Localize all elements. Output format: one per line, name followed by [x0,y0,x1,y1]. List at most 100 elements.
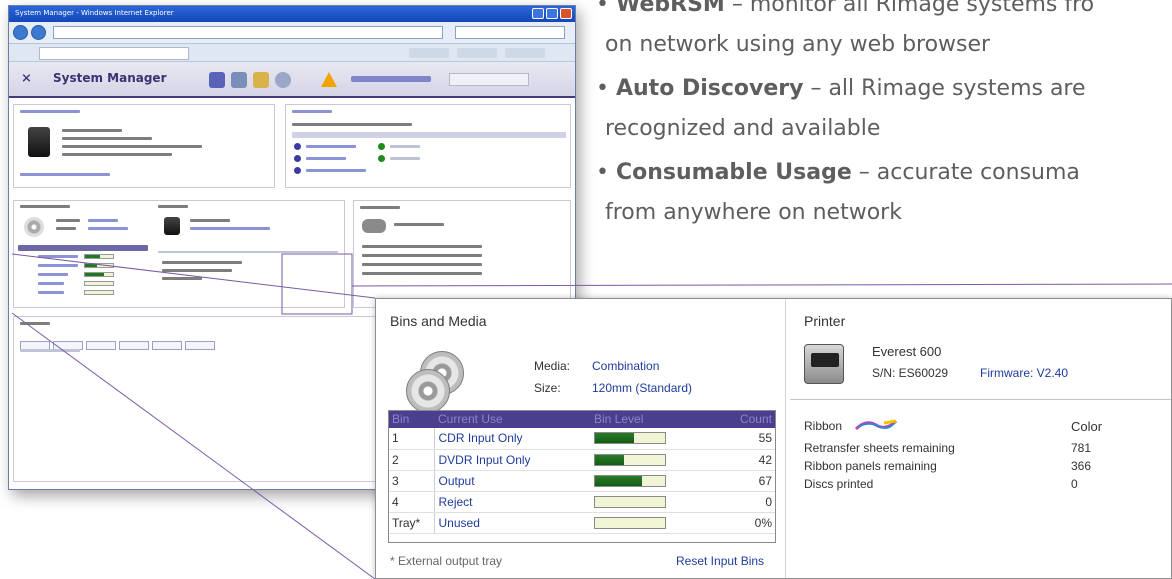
app-title: System Manager [53,71,167,85]
bin-number: 3 [388,470,435,492]
bullet-auto-discovery-cont: recognized and available [605,116,881,141]
warning-icon[interactable] [321,72,337,87]
printer-firmware-link[interactable]: Firmware: V2.40 [980,366,1068,380]
printer-title: Printer [804,313,846,329]
ribbon-label: Ribbon [804,419,843,433]
bin-count: 42 [710,449,776,471]
ribbon-panels-label: Ribbon panels remaining [804,459,937,473]
mini-bins-panel [13,200,345,308]
page-tool-icon[interactable] [457,48,497,58]
table-row: 1 CDR Input Only 55 [388,428,776,450]
size-value: 120mm (Standard) [592,381,693,395]
tools-tool-icon[interactable] [505,48,545,58]
bin-current-use-link[interactable]: CDR Input Only [434,428,590,450]
forward-icon[interactable] [31,25,46,40]
bin-current-use-link[interactable]: Reject [434,491,590,513]
bullet-consumable-usage: • Consumable Usage – accurate consuma [596,160,1080,185]
bin-level-fill [595,475,642,486]
window-titlebar: System Manager - Windows Internet Explor… [9,6,575,22]
users-icon[interactable] [231,72,247,88]
bullet-webrsm: • WebRSM – monitor all Rimage systems fr… [596,0,1095,17]
col-current-use: Current Use [434,410,590,428]
bin-count: 0% [710,512,776,534]
size-label: Size: [534,381,561,395]
bin-level-bar [594,516,666,529]
mini-order-tabs [20,335,250,350]
bin-count: 67 [710,470,776,492]
header-button[interactable] [449,73,529,86]
minimize-icon[interactable] [532,8,544,19]
table-row: 2 DVDR Input Only 42 [388,449,776,471]
bin-level-fill [595,454,625,465]
address-bar [9,22,575,44]
discs-printed-value: 0 [1071,477,1078,491]
mini-software-panel [285,104,571,188]
bin-level-cell [590,512,710,534]
maximize-icon[interactable] [546,8,558,19]
bin-number: Tray* [388,512,435,534]
bin-level-bar [594,495,666,508]
reset-input-bins-link[interactable]: Reset Input Bins [676,554,764,568]
zoomed-detail-panel: Bins and Media Media: Combination Size: … [375,298,1172,579]
bin-level-bar [594,474,666,487]
window-title: System Manager - Windows Internet Explor… [15,9,174,17]
close-icon[interactable] [560,8,572,19]
retransfer-label: Retransfer sheets remaining [804,441,955,455]
feature-bullets: • WebRSM – monitor all Rimage systems fr… [596,0,1172,230]
settings-icon[interactable] [275,72,291,88]
bin-current-use-link[interactable]: Output [434,470,590,492]
color-label: Color [1071,419,1103,434]
ribbon-panels-value: 366 [1071,459,1092,473]
url-input[interactable] [53,26,443,39]
cd-stack-icon [406,351,466,416]
external-tray-note: * External output tray [390,554,503,568]
bin-level-fill [595,433,634,444]
bin-count: 0 [710,491,776,513]
media-icon[interactable] [253,72,269,88]
bin-level-cell [590,491,710,513]
system-manager-header: ⨯ System Manager [9,62,575,98]
bullet-auto-discovery: • Auto Discovery – all Rimage systems ar… [596,76,1086,101]
systems-icon[interactable] [209,72,225,88]
bins-table: Bin Current Use Bin Level Count 1 CDR Inp… [388,410,776,534]
search-input[interactable] [455,26,565,39]
bin-number: 2 [388,449,435,471]
table-row: Tray* Unused 0% [388,512,776,534]
tab-system-manager[interactable] [39,47,189,60]
bin-level-bar [594,453,666,466]
bin-number: 1 [388,428,435,450]
printer-serial: S/N: ES60029 [872,366,949,380]
retransfer-value: 781 [1071,441,1092,455]
bins-and-media-section: Bins and Media Media: Combination Size: … [376,299,786,578]
bullet-webrsm-cont: on network using any web browser [605,32,991,57]
bin-level-cell [590,470,710,492]
bin-level-cell [590,428,710,450]
col-bin-level: Bin Level [590,410,710,428]
bin-current-use-link[interactable]: DVDR Input Only [434,449,590,471]
bullet-consumable-usage-cont: from anywhere on network [605,200,902,225]
window-controls [532,8,572,19]
bin-count: 55 [710,428,776,450]
printer-divider [790,399,1171,400]
bins-media-title: Bins and Media [390,313,487,329]
printer-icon [804,344,844,384]
col-bin: Bin [388,410,434,428]
header-link[interactable] [351,76,431,82]
mini-system-panel [13,104,275,188]
col-count: Count [710,410,776,428]
home-tool-icon[interactable] [409,48,449,58]
rimage-logo-icon: ⨯ [21,71,32,86]
tab-bar [9,44,575,62]
printer-name: Everest 600 [872,344,942,359]
discs-printed-label: Discs printed [804,477,874,491]
table-row: 4 Reject 0 [388,491,776,513]
bin-current-use-link[interactable]: Unused [434,512,590,534]
mini-drive-icon [28,127,50,157]
bins-table-body: 1 CDR Input Only 55 2 DVDR Input Only 42 3 Outp… [388,428,776,534]
media-value: Combination [592,359,660,373]
ribbon-icon [854,419,898,431]
media-label: Media: [534,359,571,373]
back-icon[interactable] [13,25,28,40]
bin-level-bar [594,432,666,445]
table-row: 3 Output 67 [388,470,776,492]
